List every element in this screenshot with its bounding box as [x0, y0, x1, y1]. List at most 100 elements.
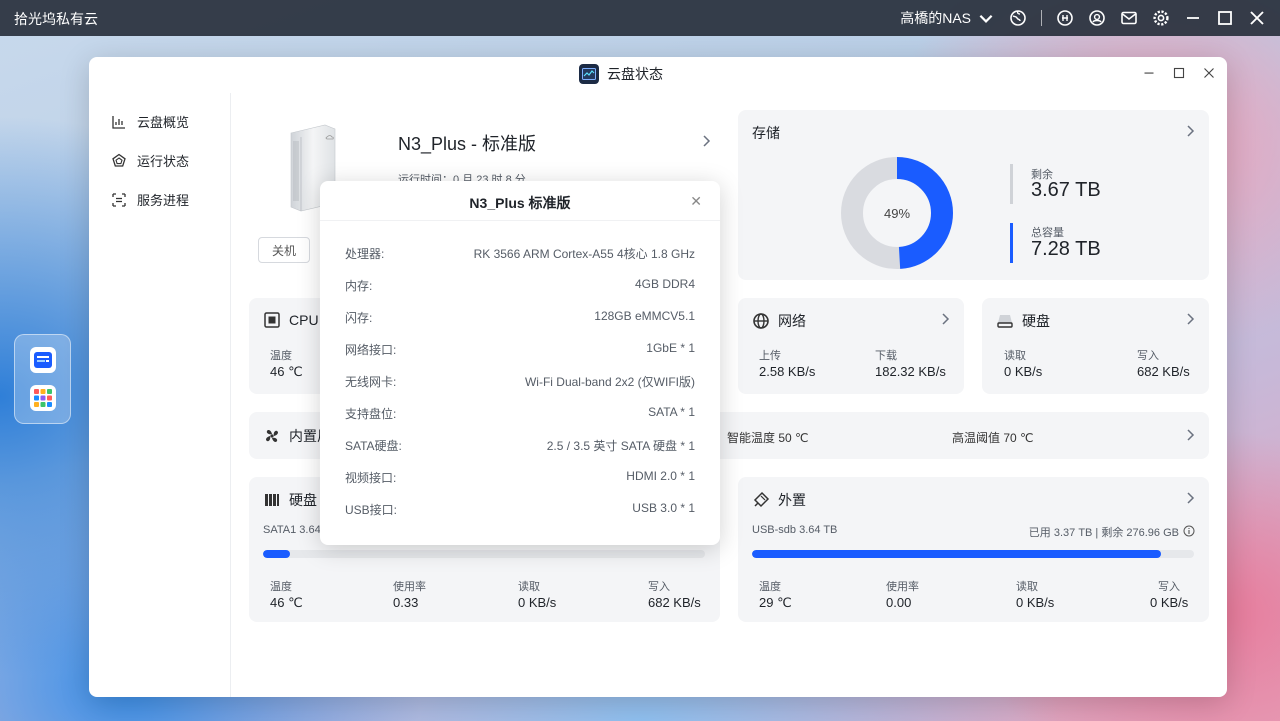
chevron-right-icon[interactable]: [1183, 428, 1197, 442]
card-title: 硬盘: [263, 490, 317, 510]
spec-row: 视频接口: HDMI 2.0 * 1: [345, 469, 695, 489]
external-usage-value: 0.00: [886, 595, 912, 610]
window-maximize-icon[interactable]: [1171, 65, 1187, 81]
sidebar-item-processes[interactable]: 服务进程: [111, 190, 189, 209]
chevron-right-icon[interactable]: [1183, 124, 1197, 138]
nas-selector[interactable]: 高橋的NAS: [900, 8, 995, 28]
spec-value: 4GB DDR4: [634, 277, 695, 291]
minimize-icon[interactable]: [1184, 9, 1202, 27]
status-app-icon: [33, 352, 52, 368]
system-topbar: 拾光坞私有云 高橋的NAS: [0, 0, 1280, 36]
spec-value: Wi-Fi Dual-band 2x2 (仅WIFI版): [524, 375, 695, 389]
chevron-right-icon[interactable]: [699, 134, 713, 148]
external-read-label: 读取: [1016, 581, 1038, 593]
download-label: 下载: [875, 350, 897, 362]
window-close-icon[interactable]: [1201, 65, 1217, 81]
remaining-marker: [1010, 164, 1013, 204]
dock-app-launcher[interactable]: [29, 385, 56, 411]
external-write-value: 0 KB/s: [1150, 595, 1189, 610]
remaining-value: 3.67 TB: [1031, 179, 1101, 201]
hdd-usage-label: 使用率: [393, 581, 426, 593]
card-title: 网络: [752, 311, 806, 331]
sidebar-item-label: 服务进程: [137, 193, 190, 208]
spec-key: 处理器:: [345, 247, 385, 261]
spec-row: 内存: 4GB DDR4: [345, 277, 695, 297]
sidebar-item-overview[interactable]: 云盘概览: [111, 112, 189, 131]
disk-io-card[interactable]: 硬盘 读取 0 KB/s 写入 682 KB/s: [982, 298, 1209, 394]
gear-icon[interactable]: [1152, 9, 1170, 27]
disk-array-icon: [265, 494, 279, 506]
storage-card[interactable]: 存储 49% 剩余 3.67 TB 总容量 7.28 TB: [738, 110, 1209, 280]
download-value: 182.32 KB/s: [875, 364, 946, 379]
spec-value: SATA * 1: [648, 405, 695, 419]
card-title: 外置: [752, 490, 806, 510]
device-spec-popup: N3_Plus 标准版 ✕ 处理器: RK 3566 ARM Cortex-A55…: [320, 181, 720, 545]
cpu-temp-value: 46 ℃: [270, 364, 303, 379]
info-icon[interactable]: [1183, 525, 1195, 537]
hdd-read-value: 0 KB/s: [518, 595, 557, 610]
window-minimize-icon[interactable]: [1141, 65, 1157, 81]
cpu-title: CPU: [289, 312, 319, 328]
upload-value: 2.58 KB/s: [759, 364, 816, 379]
total-value: 7.28 TB: [1031, 238, 1101, 260]
globe-icon[interactable]: [1009, 9, 1027, 27]
card-title: 存储: [752, 123, 780, 143]
disk-read-label: 读取: [1004, 350, 1026, 362]
spec-key: 网络接口:: [345, 343, 397, 357]
sidebar-item-running-status[interactable]: 运行状态: [111, 151, 189, 170]
external-temp-value: 29 ℃: [759, 595, 792, 610]
chevron-right-icon[interactable]: [1183, 491, 1197, 505]
dock-app-status[interactable]: [29, 347, 56, 373]
app-dock: [14, 334, 71, 424]
cpu-icon: [264, 312, 280, 328]
chart-icon: [112, 115, 125, 129]
hdd-temp-value: 46 ℃: [270, 595, 303, 610]
chevron-down-icon: [977, 9, 995, 27]
app-title: 拾光坞私有云: [14, 11, 98, 27]
window-title-text: 云盘状态: [607, 66, 663, 82]
nas-name: 高橋的NAS: [900, 10, 971, 26]
hdd-read-label: 读取: [518, 581, 540, 593]
disk-write-label: 写入: [1137, 350, 1159, 362]
close-icon[interactable]: [1248, 9, 1266, 27]
external-disk-label: USB-sdb 3.64 TB: [752, 524, 838, 536]
spec-key: 闪存:: [345, 311, 373, 325]
spec-key: 内存:: [345, 279, 373, 293]
cpu-temp-label: 温度: [270, 350, 292, 362]
external-temp-label: 温度: [759, 581, 781, 593]
network-card[interactable]: 网络 上传 2.58 KB/s 下载 182.32 KB/s: [738, 298, 964, 394]
external-card[interactable]: 外置 USB-sdb 3.64 TB 已用 3.37 TB | 剩余 276.9…: [738, 477, 1209, 622]
monitor-app-icon: [579, 64, 599, 84]
spec-key: 支持盘位:: [345, 407, 397, 421]
maximize-icon[interactable]: [1216, 9, 1234, 27]
spec-row: USB接口: USB 3.0 * 1: [345, 501, 695, 521]
popup-header: N3_Plus 标准版 ✕: [320, 181, 720, 221]
dashboard-icon[interactable]: [1056, 9, 1074, 27]
window-title: 云盘状态: [579, 64, 663, 84]
spec-key: SATA硬盘:: [345, 439, 402, 453]
window-titlebar[interactable]: 云盘状态: [89, 57, 1227, 93]
external-read-value: 0 KB/s: [1016, 595, 1055, 610]
disk-read-value: 0 KB/s: [1004, 364, 1043, 379]
shutdown-button[interactable]: 关机: [258, 237, 310, 263]
popup-close-icon[interactable]: ✕: [690, 193, 702, 210]
chevron-right-icon[interactable]: [938, 312, 952, 326]
mail-icon[interactable]: [1120, 9, 1138, 27]
sidebar-item-label: 运行状态: [137, 154, 190, 169]
disk-write-value: 682 KB/s: [1137, 364, 1190, 379]
user-icon[interactable]: [1088, 9, 1106, 27]
card-title: 硬盘: [996, 311, 1050, 331]
external-usage-bar: [752, 550, 1194, 558]
disk-io-title: 硬盘: [1022, 313, 1050, 329]
spec-key: 无线网卡:: [345, 375, 397, 389]
hdd-usage-value: 0.33: [393, 595, 419, 610]
external-write-label: 写入: [1158, 581, 1180, 593]
spec-value: 2.5 / 3.5 英寸 SATA 硬盘 * 1: [546, 439, 695, 453]
spec-value: USB 3.0 * 1: [632, 501, 695, 515]
chevron-right-icon[interactable]: [1183, 312, 1197, 326]
hdd-usage-bar: [263, 550, 705, 558]
popup-title: N3_Plus 标准版: [469, 195, 571, 211]
usb-drive-icon: [753, 491, 770, 508]
donut-percent-label: 49%: [884, 206, 910, 221]
fan-icon: [266, 430, 278, 442]
